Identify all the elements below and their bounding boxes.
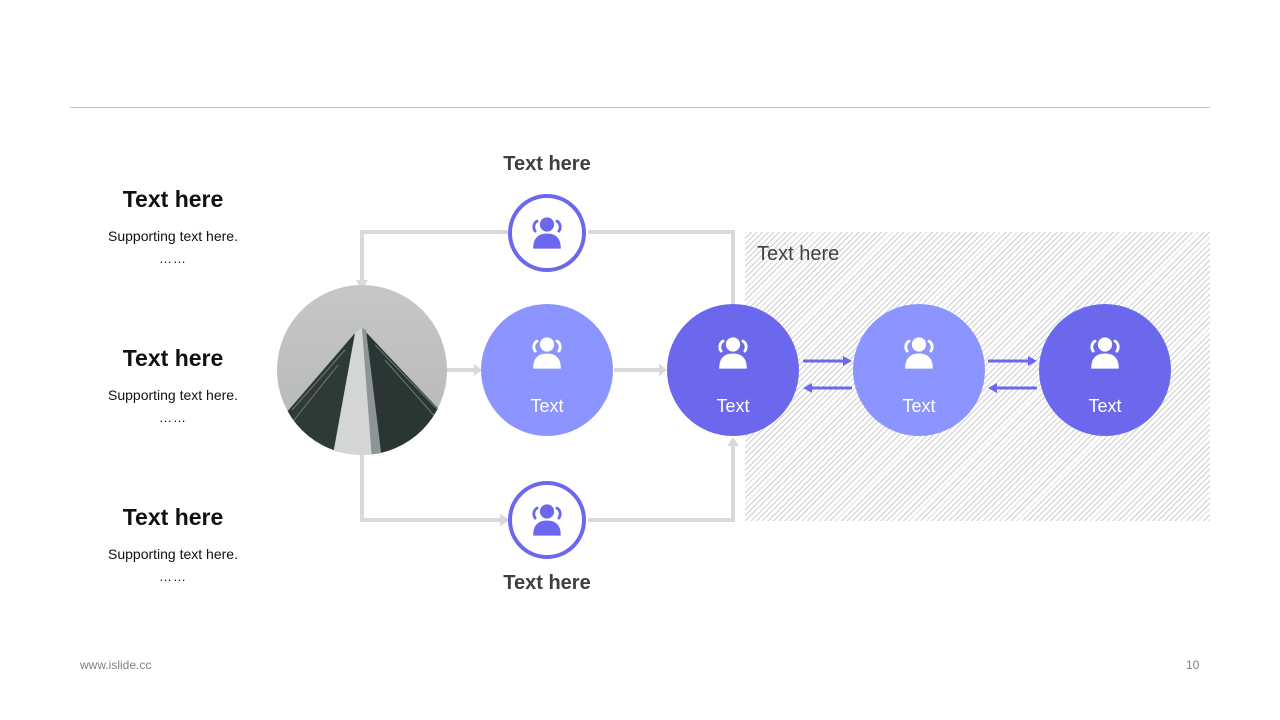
- node-4-label: Text: [1088, 396, 1121, 416]
- connector-bottom-right: [588, 445, 735, 522]
- node-1: Text: [481, 304, 613, 436]
- node-1-label: Text: [530, 396, 563, 416]
- node-3: Text: [853, 304, 985, 436]
- arrowhead: [803, 383, 812, 393]
- top-node: [508, 194, 586, 272]
- arrowhead: [1028, 356, 1037, 366]
- arrowhead: [659, 364, 667, 376]
- arrowhead: [988, 383, 997, 393]
- page-number: 10: [1186, 658, 1200, 672]
- arrowhead: [474, 364, 482, 376]
- node-4: Text: [1039, 304, 1171, 436]
- node-3-label: Text: [902, 396, 935, 416]
- connector-top-right: [588, 230, 735, 304]
- connector-bottom-left: [360, 455, 500, 522]
- footer-website: www.islide.cc: [80, 658, 152, 672]
- node-2: Text: [667, 304, 799, 436]
- building-photo: [277, 285, 447, 455]
- flow-diagram: Text Text Text Text: [277, 194, 1171, 559]
- connector-top-left: [360, 230, 508, 284]
- arrowhead: [727, 437, 739, 446]
- bottom-node: [508, 481, 586, 559]
- node-2-label: Text: [716, 396, 749, 416]
- arrowhead: [843, 356, 852, 366]
